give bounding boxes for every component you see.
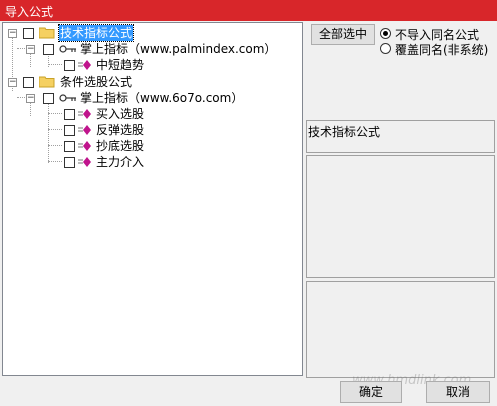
tree-node-label[interactable]: 中短趋势 — [96, 57, 144, 73]
collapse-icon[interactable]: − — [8, 29, 17, 38]
formula-name-text: 技术指标公式 — [308, 125, 381, 139]
tree-leaf-formula[interactable]: 反弹选股 — [3, 122, 293, 138]
tree-leaf-formula[interactable]: 主力介入 — [3, 154, 293, 170]
key-icon — [59, 94, 76, 102]
tree-node-label[interactable]: 买入选股 — [96, 106, 144, 122]
tree-node-stock-selection[interactable]: − 条件选股公式 — [3, 74, 293, 90]
window-title: 导入公式 — [5, 5, 54, 19]
collapse-icon[interactable]: − — [26, 45, 35, 54]
folder-icon — [39, 76, 55, 88]
key-icon — [59, 45, 76, 53]
checkbox[interactable] — [23, 77, 34, 88]
select-all-button[interactable]: 全部选中 — [311, 24, 375, 45]
radio-no-import[interactable] — [380, 28, 391, 39]
checkbox[interactable] — [43, 93, 54, 104]
tree-leaf-formula[interactable]: 买入选股 — [3, 106, 293, 122]
ok-button[interactable]: 确定 — [340, 381, 402, 403]
formula-icon — [78, 141, 91, 151]
tree-node-technical-indicators[interactable]: − 技术指标公式 — [3, 24, 293, 42]
tree-node-label[interactable]: 条件选股公式 — [60, 74, 132, 90]
tree-node-label[interactable]: 掌上指标（www.palmindex.com） — [80, 41, 276, 57]
radio-overwrite-label[interactable]: 覆盖同名(非系统) — [395, 41, 488, 58]
tree-node-label[interactable]: 反弹选股 — [96, 122, 144, 138]
radio-overwrite[interactable] — [380, 43, 391, 54]
checkbox[interactable] — [64, 141, 75, 152]
checkbox[interactable] — [64, 60, 75, 71]
title-bar: 导入公式 — [0, 0, 497, 21]
tree-node-label[interactable]: 抄底选股 — [96, 138, 144, 154]
formula-description-panel — [306, 281, 495, 378]
tree-node-palm-indicators-2[interactable]: − 掌上指标（www.6o7o.com） — [3, 90, 293, 106]
folder-icon — [39, 27, 55, 39]
checkbox[interactable] — [64, 157, 75, 168]
formula-tree[interactable]: − 技术指标公式 − 掌上指标（www.palmindex.com） 中短趋势 … — [2, 22, 303, 376]
tree-leaf-formula[interactable]: 抄底选股 — [3, 138, 293, 154]
tree-leaf-formula[interactable]: 中短趋势 — [3, 57, 293, 73]
checkbox[interactable] — [43, 44, 54, 55]
collapse-icon[interactable]: − — [26, 94, 35, 103]
formula-icon — [78, 60, 91, 70]
tree-node-palm-indicators-1[interactable]: − 掌上指标（www.palmindex.com） — [3, 41, 293, 57]
formula-icon — [78, 125, 91, 135]
formula-icon — [78, 109, 91, 119]
tree-node-label[interactable]: 技术指标公式 — [57, 24, 135, 42]
formula-name-panel: 技术指标公式 — [306, 120, 495, 153]
tree-node-label[interactable]: 主力介入 — [96, 154, 144, 170]
cancel-button[interactable]: 取消 — [426, 381, 490, 403]
collapse-icon[interactable]: − — [8, 78, 17, 87]
formula-info-panel — [306, 155, 495, 278]
checkbox[interactable] — [64, 125, 75, 136]
checkbox[interactable] — [23, 28, 34, 39]
tree-node-label[interactable]: 掌上指标（www.6o7o.com） — [80, 90, 243, 106]
formula-icon — [78, 157, 91, 167]
checkbox[interactable] — [64, 109, 75, 120]
